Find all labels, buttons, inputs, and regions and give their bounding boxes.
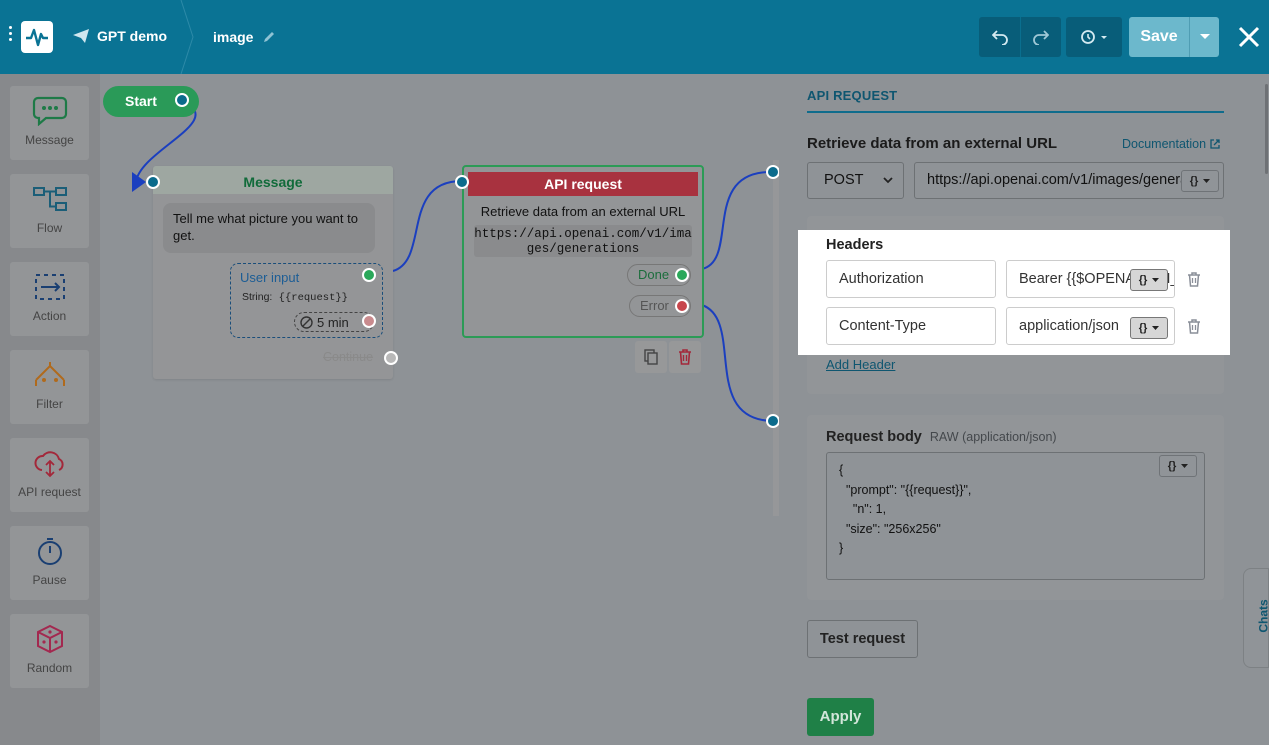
request-body-card: Request body RAW (application/json) { "p… [807, 415, 1224, 600]
var-button-label: {} [1189, 175, 1199, 187]
url-value: https://api.openai.com/v1/images/generat… [927, 172, 1219, 188]
header-insert-variable-button[interactable]: {} [1130, 317, 1168, 339]
request-body-title: Request body RAW (application/json) [826, 429, 1057, 445]
var-button-label: {} [1138, 322, 1148, 334]
header-key-input[interactable]: Authorization [826, 260, 996, 298]
header-value-text: application/json [1019, 318, 1119, 334]
headers-section: Headers Authorization Bearer {{$OPENAI_A… [798, 230, 1230, 355]
var-button-label: {} [1138, 274, 1148, 286]
trash-icon[interactable] [1186, 318, 1202, 334]
start-node[interactable]: Start [103, 86, 199, 117]
timeout-port[interactable] [362, 314, 376, 328]
panel-scrollbar[interactable] [1265, 84, 1268, 174]
api-node-url: https://api.openai.com/v1/images/generat… [474, 225, 692, 257]
start-output-port[interactable] [175, 93, 189, 107]
message-input-port[interactable] [146, 175, 160, 189]
tab-api-request[interactable]: API REQUEST [807, 88, 897, 103]
done-port[interactable] [675, 268, 689, 282]
var-button-label: {} [1167, 460, 1177, 472]
message-text: Tell me what picture you want to get. [163, 203, 375, 253]
user-input-port[interactable] [362, 268, 376, 282]
duplicate-node-button[interactable] [635, 341, 667, 373]
node-toolbar [635, 341, 701, 373]
trash-icon[interactable] [1186, 271, 1202, 287]
user-input-title: User input [240, 270, 300, 285]
chats-label: Chats [1256, 599, 1269, 633]
copy-icon [644, 349, 658, 365]
header-insert-variable-button[interactable]: {} [1130, 269, 1168, 291]
api-node-description: Retrieve data from an external URL [480, 204, 686, 219]
chevron-down-icon [1152, 326, 1160, 330]
next-node-port-2[interactable] [766, 414, 780, 428]
header-key-value: Authorization [839, 271, 924, 287]
chevron-down-icon [1181, 464, 1189, 468]
api-node-title: API request [468, 172, 698, 196]
external-link-icon [1210, 139, 1220, 149]
message-node[interactable]: Message Tell me what picture you want to… [146, 166, 398, 379]
chevron-down-icon [1152, 278, 1160, 282]
body-title-text: Request body [826, 429, 922, 445]
header-key-value: Content-Type [839, 318, 927, 334]
method-select[interactable]: POST [807, 162, 904, 199]
add-header-link[interactable]: Add Header [826, 357, 895, 372]
continue-label: Continue [323, 350, 374, 364]
user-input-type: String: [242, 291, 273, 303]
body-text: { "prompt": "{{request}}", "n": 1, "size… [839, 463, 972, 555]
apply-button[interactable]: Apply [807, 698, 874, 736]
error-port[interactable] [675, 299, 689, 313]
user-input-block[interactable]: User input String: {{request}} 5 min [230, 263, 383, 338]
user-input-variable: String: {{request}} [242, 291, 348, 304]
headers-title: Headers [826, 237, 884, 253]
done-label: Done [638, 267, 670, 282]
test-request-button[interactable]: Test request [807, 620, 918, 658]
documentation-label: Documentation [1122, 137, 1207, 151]
chats-tab[interactable]: Chats [1243, 568, 1269, 668]
api-input-port[interactable] [455, 175, 469, 189]
error-label: Error [640, 298, 669, 313]
chevron-down-icon [883, 177, 893, 184]
ban-icon [300, 316, 313, 329]
timeout-value: 5 min [317, 315, 349, 330]
next-node-port-1[interactable] [766, 165, 780, 179]
insert-variable-button[interactable]: {} [1181, 170, 1219, 192]
request-body-textarea[interactable]: { "prompt": "{{request}}", "n": 1, "size… [826, 452, 1205, 580]
method-value: POST [824, 172, 864, 188]
tab-underline [807, 111, 1224, 113]
message-node-title: Message [153, 166, 393, 194]
header-key-input[interactable]: Content-Type [826, 307, 996, 345]
body-insert-variable-button[interactable]: {} [1159, 455, 1197, 477]
api-request-node[interactable]: API request Retrieve data from an extern… [455, 165, 704, 338]
trash-icon [679, 349, 691, 365]
delete-node-button[interactable] [669, 341, 701, 373]
url-input[interactable]: https://api.openai.com/v1/images/generat… [914, 162, 1224, 199]
start-label: Start [125, 93, 157, 109]
settings-panel: API REQUEST Retrieve data from an extern… [779, 74, 1269, 745]
chevron-down-icon [1203, 179, 1211, 183]
user-input-var: {{request}} [278, 292, 348, 304]
continue-port[interactable] [384, 351, 398, 365]
panel-heading: Retrieve data from an external URL [807, 135, 1058, 152]
documentation-link[interactable]: Documentation [1122, 137, 1220, 151]
body-format: RAW (application/json) [929, 430, 1057, 444]
